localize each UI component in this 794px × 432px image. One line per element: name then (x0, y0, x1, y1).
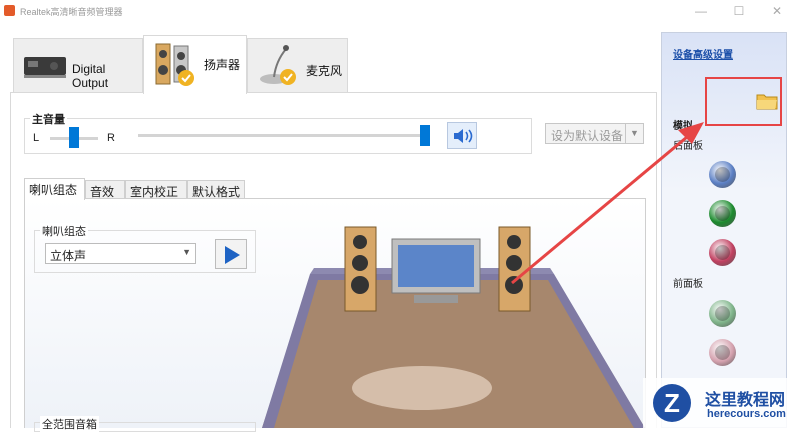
subtab-label: 喇叭组态 (29, 183, 78, 197)
pointer-arrow (511, 122, 704, 285)
subtab-speaker-config[interactable]: 喇叭组态 (24, 178, 85, 200)
watermark-name: 这里教程网 (705, 392, 786, 409)
watermark-logo: Z (653, 384, 691, 422)
tab-label: 扬声器 (204, 58, 241, 72)
watermark-url: herecours.com (707, 408, 786, 420)
speaker-icon (155, 43, 194, 86)
watermark: Z 这里教程网 herecours.com (643, 378, 794, 428)
tab-speaker[interactable]: 扬声器 (143, 35, 247, 94)
